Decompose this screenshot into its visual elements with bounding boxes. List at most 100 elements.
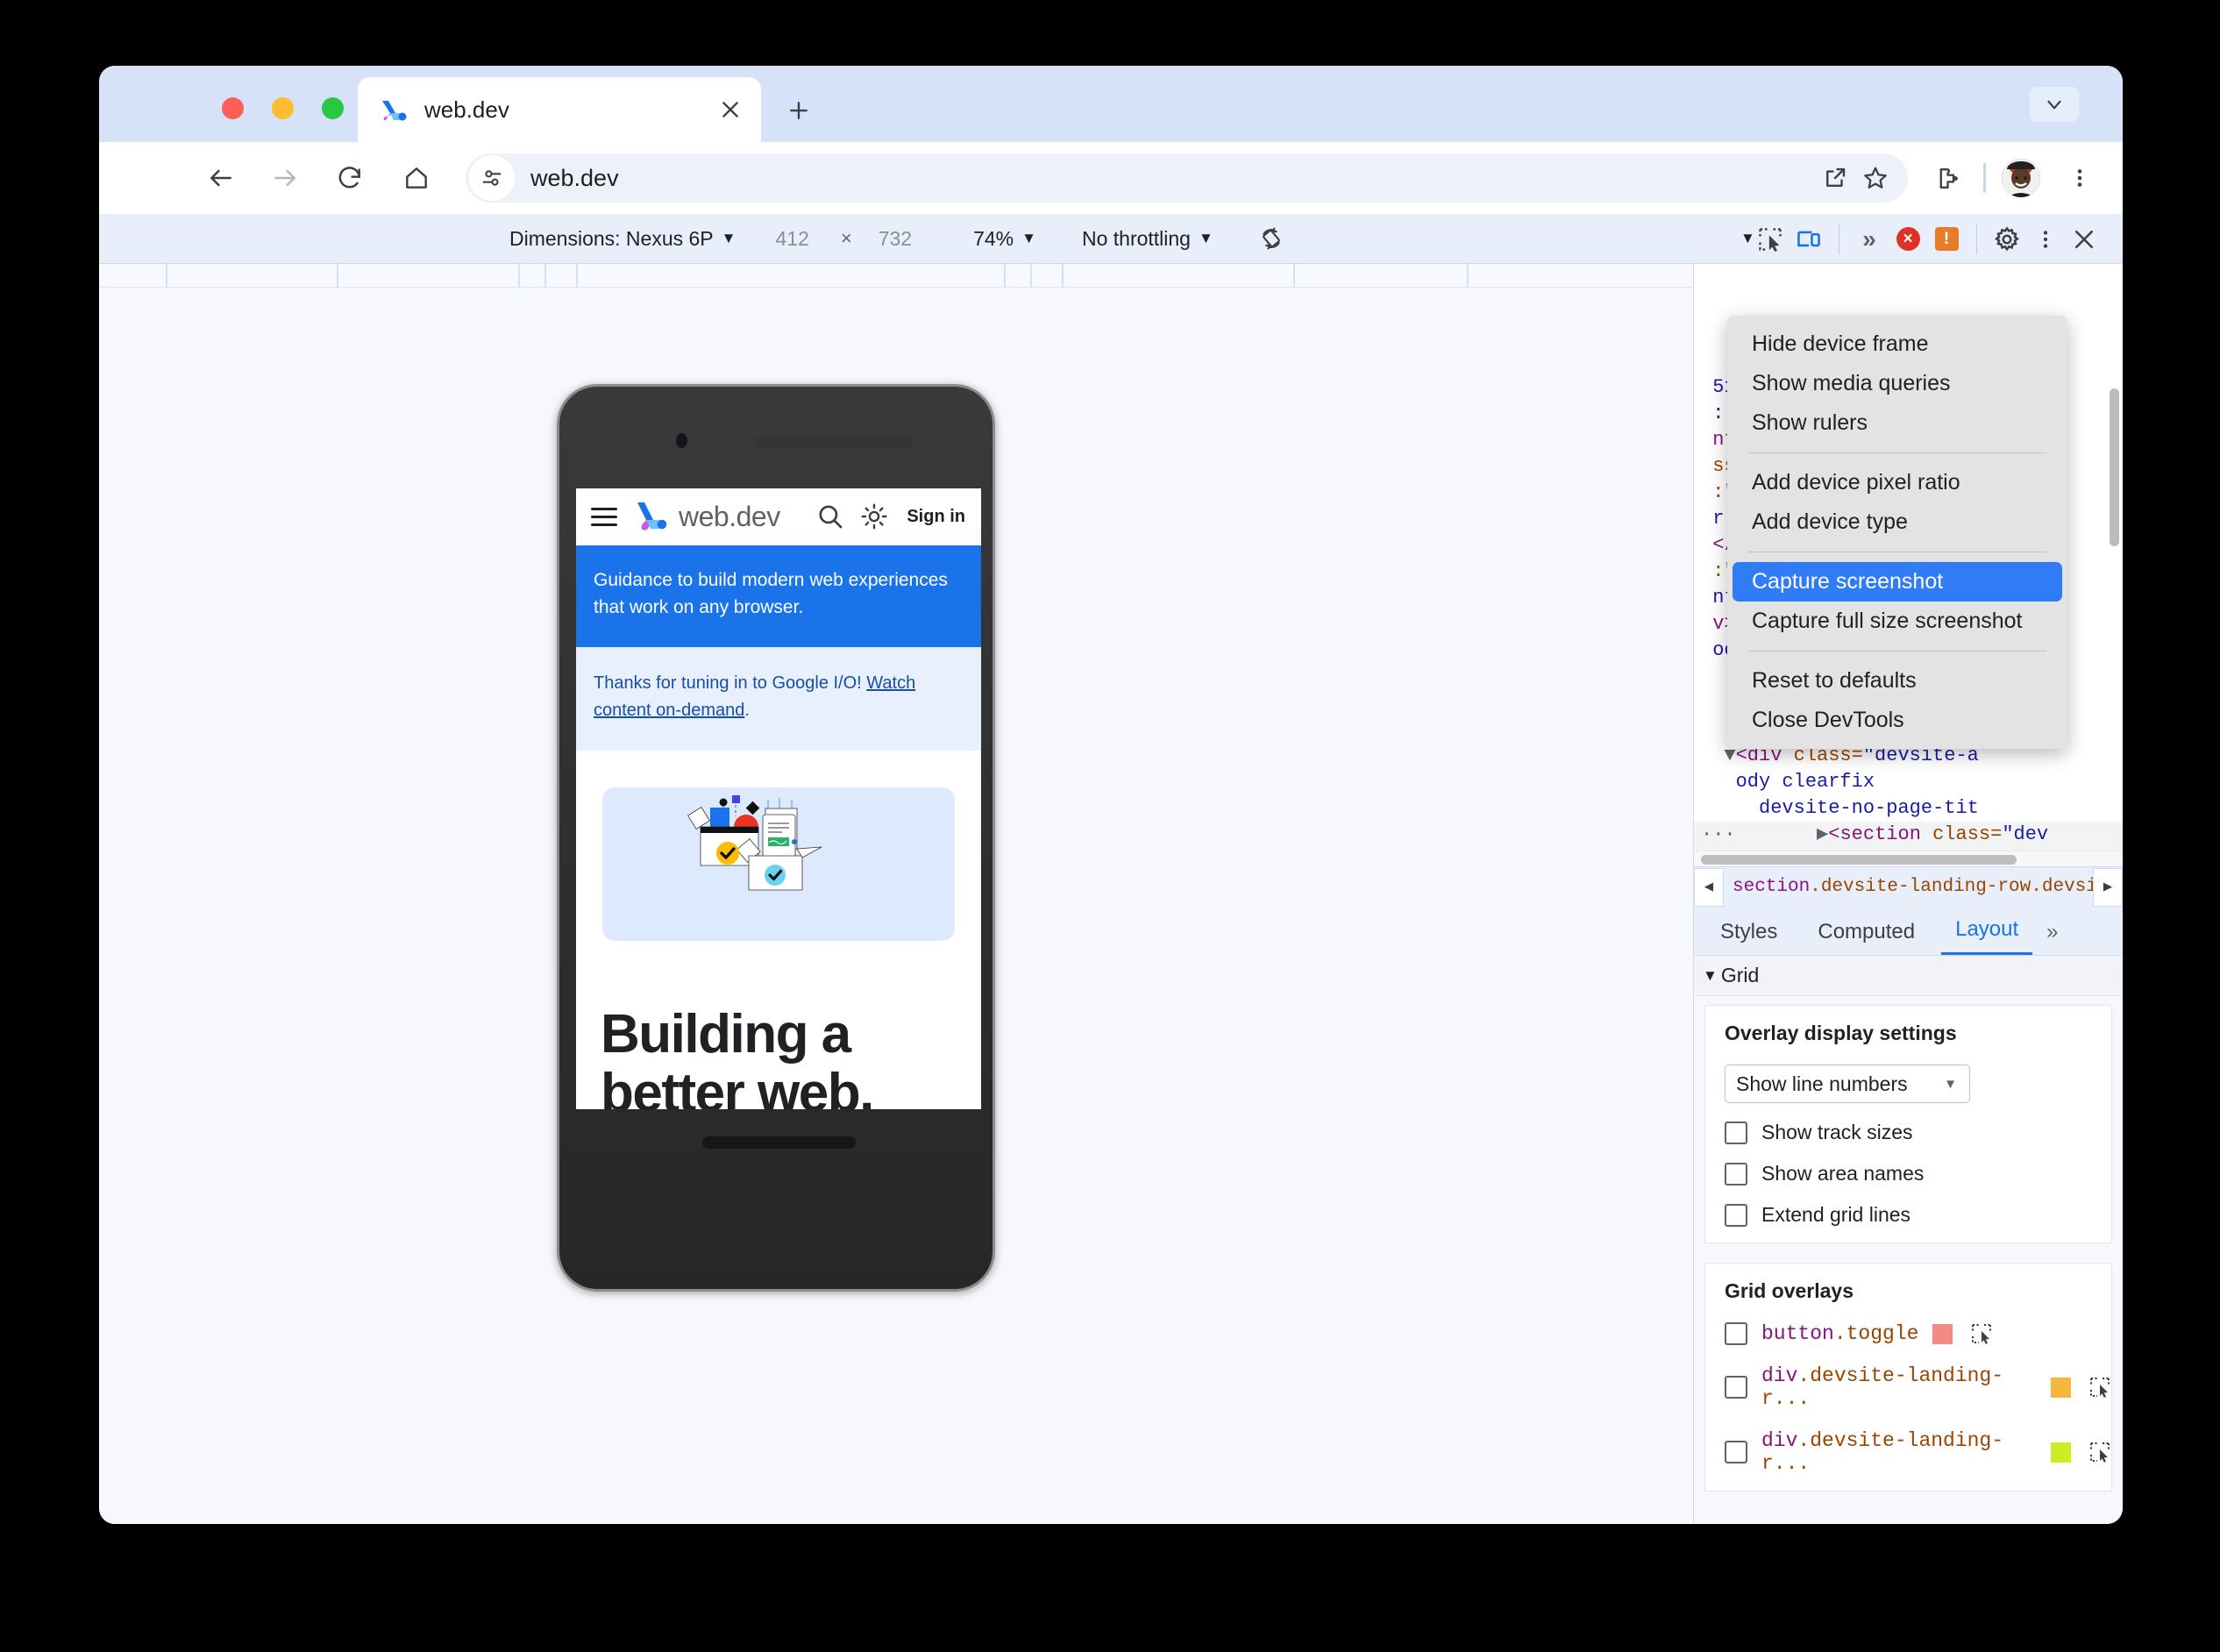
checkbox-box[interactable]	[1725, 1121, 1747, 1144]
reload-icon[interactable]	[330, 158, 370, 198]
context-menu-item-add-device-type[interactable]: Add device type	[1727, 502, 2067, 542]
hero-image-wrap	[576, 751, 981, 942]
viewport-width-input[interactable]: 412	[775, 227, 808, 251]
close-devtools-icon[interactable]	[2065, 220, 2103, 259]
dom-tree-vertical-scrollbar[interactable]	[2110, 388, 2119, 546]
close-icon[interactable]	[712, 91, 749, 128]
device-toolbar-context-menu[interactable]: Hide device frame Show media queries Show …	[1727, 316, 2067, 749]
scrollbar-thumb[interactable]	[1701, 855, 2017, 865]
checkbox-extend-grid-lines[interactable]: Extend grid lines	[1725, 1203, 2111, 1227]
rotate-device-icon[interactable]	[1254, 221, 1289, 256]
breadcrumb-next-button[interactable]: ▶	[2093, 867, 2123, 907]
tab-strip: web.dev	[99, 66, 2123, 142]
grid-overlay-row[interactable]: button.toggle	[1725, 1322, 2111, 1345]
context-menu-separator	[1748, 452, 2046, 453]
checkbox-box[interactable]	[1725, 1322, 1747, 1345]
context-menu-item-capture-full-size-screenshot[interactable]: Capture full size screenshot	[1727, 602, 2067, 641]
gear-icon[interactable]	[1988, 220, 2026, 259]
overlay-line-labels-select[interactable]: Show line numbers ▼	[1725, 1065, 1970, 1103]
sign-in-button[interactable]: Sign in	[907, 507, 965, 527]
maximize-window-button[interactable]	[322, 97, 344, 119]
checkbox-box[interactable]	[1725, 1162, 1747, 1186]
overlay-settings-title: Overlay display settings	[1725, 1022, 1957, 1044]
overlay-select-value: Show line numbers	[1736, 1072, 1908, 1095]
context-menu-item-capture-screenshot[interactable]: Capture screenshot	[1733, 562, 2062, 602]
checkbox-show-area-names[interactable]: Show area names	[1725, 1162, 2111, 1186]
layout-pane: ▼ Grid Overlay display settings Show lin…	[1694, 956, 2123, 1524]
share-icon[interactable]	[1815, 158, 1855, 198]
checkbox-show-track-sizes[interactable]: Show track sizes	[1725, 1121, 2111, 1144]
media-query-bar[interactable]	[99, 264, 1693, 288]
throttling-select[interactable]: No throttling ▼	[1082, 227, 1213, 251]
minimize-window-button[interactable]	[272, 97, 294, 119]
tab-title: web.dev	[424, 96, 509, 123]
inspect-element-icon[interactable]	[1751, 220, 1790, 259]
overlay-color-swatch[interactable]	[2051, 1442, 2071, 1463]
viewport-height-input[interactable]: 732	[879, 227, 912, 251]
sun-theme-icon[interactable]	[859, 502, 889, 531]
device-frame: web.dev Sign in Guidance to build modern…	[557, 384, 995, 1292]
dom-tree-ellipsis[interactable]: ···	[1701, 823, 1770, 845]
select-element-icon[interactable]	[2088, 1376, 2111, 1399]
back-arrow-icon[interactable]	[201, 158, 241, 198]
three-dot-menu-icon[interactable]	[2060, 158, 2100, 198]
device-preset-label: Dimensions: Nexus 6P	[509, 226, 714, 250]
checkbox-box[interactable]	[1725, 1203, 1747, 1227]
close-window-button[interactable]	[222, 97, 244, 119]
checkbox-box[interactable]	[1725, 1441, 1747, 1463]
context-menu-item-show-media-queries[interactable]: Show media queries	[1727, 364, 2067, 403]
address-bar[interactable]: web.dev	[466, 153, 1908, 203]
devtools-toolbar-icons: » × !	[1751, 214, 2103, 264]
announcement-suffix: .	[744, 701, 750, 721]
page-title: Building a better web, together	[601, 1004, 874, 1109]
select-element-icon[interactable]	[1970, 1322, 1993, 1345]
grid-overlay-row[interactable]: div.devsite-landing-r...	[1725, 1364, 2111, 1410]
browser-tab[interactable]: web.dev	[358, 77, 761, 142]
context-menu-item-close-devtools[interactable]: Close DevTools	[1727, 701, 2067, 740]
browser-toolbar: web.dev	[99, 142, 2123, 214]
overlay-color-swatch[interactable]	[2051, 1377, 2071, 1398]
avatar[interactable]	[2002, 159, 2040, 197]
grid-section-header[interactable]: ▼ Grid	[1694, 956, 2123, 996]
overlay-color-swatch[interactable]	[1932, 1323, 1953, 1344]
chevron-down-icon[interactable]	[2030, 87, 2079, 122]
context-menu-item-reset-to-defaults[interactable]: Reset to defaults	[1727, 661, 2067, 701]
hamburger-menu-icon[interactable]	[591, 502, 617, 531]
select-element-icon[interactable]	[2088, 1441, 2111, 1463]
dom-tree-line[interactable]: ody clearfix	[1694, 769, 2123, 795]
puzzle-icon[interactable]	[1927, 158, 1967, 198]
tab-styles[interactable]: Styles	[1706, 920, 1791, 955]
device-preset-select[interactable]: Dimensions: Nexus 6P ▼	[509, 227, 736, 251]
breadcrumb-prev-button[interactable]: ◀	[1694, 867, 1724, 907]
device-toolbar-icon[interactable]	[1790, 220, 1828, 259]
new-tab-button[interactable]	[779, 90, 819, 131]
zoom-value: 74%	[973, 226, 1014, 250]
checkbox-box[interactable]	[1725, 1376, 1747, 1399]
more-panels-icon[interactable]: »	[1850, 220, 1889, 259]
context-menu-item-add-device-pixel-ratio[interactable]: Add device pixel ratio	[1727, 463, 2067, 502]
dom-tree-line[interactable]: ··· ▶<section class="dev	[1694, 822, 2123, 848]
zoom-select[interactable]: 74% ▼	[973, 227, 1036, 251]
grid-overlay-row[interactable]: div.devsite-landing-r...	[1725, 1429, 2111, 1475]
tab-computed[interactable]: Computed	[1804, 920, 1929, 955]
warning-count-badge[interactable]: !	[1927, 220, 1966, 259]
error-count-badge[interactable]: ×	[1889, 220, 1927, 259]
forward-arrow-icon[interactable]	[265, 158, 305, 198]
tab-layout[interactable]: Layout	[1941, 917, 2033, 955]
star-icon[interactable]	[1855, 158, 1896, 198]
dom-tree-horizontal-scrollbar[interactable]	[1694, 851, 2123, 866]
context-menu-item-hide-device-frame[interactable]: Hide device frame	[1727, 324, 2067, 364]
more-tabs-icon[interactable]: »	[2046, 920, 2058, 955]
breadcrumb-classes: .devsite-landing-row.devsite	[1810, 877, 2093, 897]
tune-icon[interactable]	[469, 155, 515, 201]
device-screen[interactable]: web.dev Sign in Guidance to build modern…	[576, 488, 981, 1109]
home-icon[interactable]	[396, 158, 437, 198]
code-token: ody clearfix	[1735, 771, 1875, 793]
search-icon[interactable]	[815, 502, 845, 531]
context-menu-item-show-rulers[interactable]: Show rulers	[1727, 403, 2067, 443]
dom-tree-line[interactable]: devsite-no-page-tit	[1694, 795, 2123, 822]
breadcrumb[interactable]: ◀ section.devsite-landing-row.devsite ▶	[1694, 866, 2123, 907]
three-dot-menu-icon[interactable]	[2026, 220, 2065, 259]
